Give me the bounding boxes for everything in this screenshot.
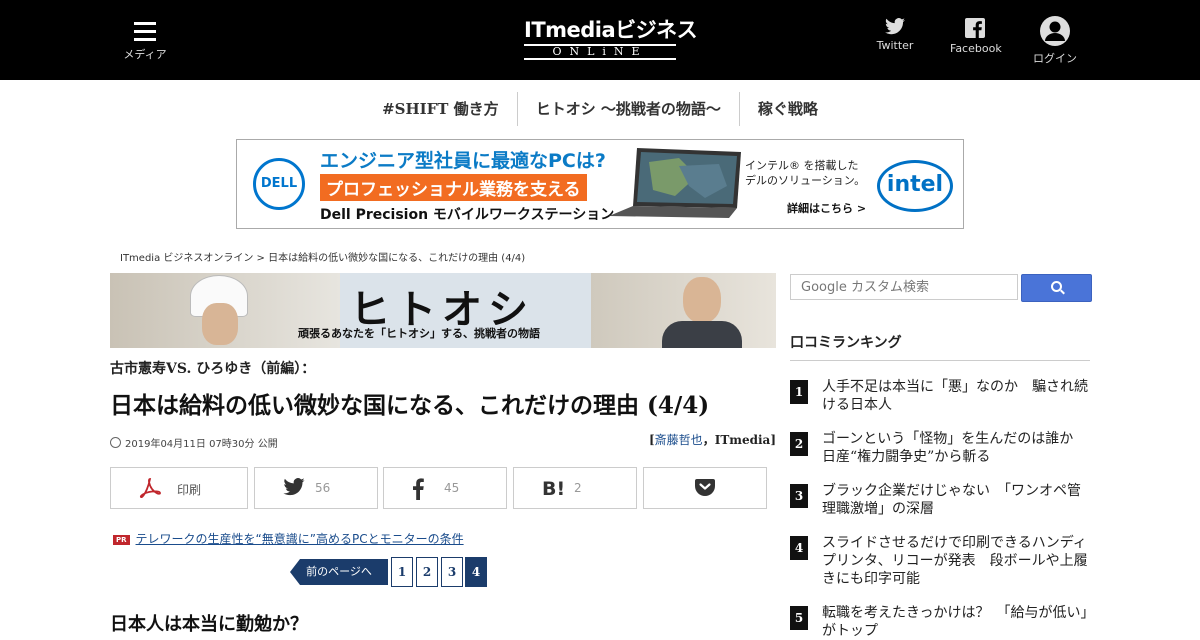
hatena-bookmark-icon: B!	[542, 478, 565, 498]
top-bar: メディア ITmediaビジネス ONLiNE Twitter Facebook…	[0, 0, 1200, 80]
menu-button[interactable]: メディア	[122, 22, 168, 62]
intel-tagline-line2: デルのソリューション。	[745, 174, 866, 187]
breadcrumb[interactable]: ITmedia ビジネスオンライン > 日本は給料の低い微妙な国になる、これだけ…	[120, 249, 525, 264]
ranking-title: 口コミランキング	[790, 332, 1090, 361]
facebook-link[interactable]: Facebook	[950, 18, 1002, 55]
print-button[interactable]: 印刷	[110, 467, 248, 509]
login-link[interactable]: ログイン	[1032, 16, 1078, 66]
login-label: ログイン	[1033, 52, 1077, 65]
intel-tagline: インテル® を搭載した デルのソリューション。	[745, 158, 865, 188]
nav-item-kasegu[interactable]: 稼ぐ戦略	[740, 92, 836, 126]
logo-line2: ONLiNE	[524, 44, 676, 60]
ad-highlight: プロフェッショナル業務を支える	[320, 174, 587, 201]
byline-sep: ，	[702, 433, 715, 447]
logo-line1: ITmediaビジネス	[524, 18, 698, 42]
pocket-button[interactable]	[643, 467, 767, 509]
facebook-label: Facebook	[950, 42, 1002, 55]
nav-item-hitooshi[interactable]: ヒトオシ ～挑戦者の物語～	[518, 92, 740, 126]
page-link-4-current[interactable]: 4	[465, 557, 487, 587]
ranking-number: 2	[790, 432, 808, 456]
ranking-title-link[interactable]: 人手不足は本当に「悪」なのか 騙され続ける日本人	[822, 378, 1090, 414]
user-icon	[1040, 16, 1070, 46]
page-link-3[interactable]: 3	[441, 557, 463, 587]
intel-tagline-line1: インテル® を搭載した	[745, 159, 859, 172]
worker-face	[202, 303, 238, 345]
ranking-number: 3	[790, 484, 808, 508]
banner-subtitle: 頑張るあなたを「ヒトオシ」する、挑戦者の物語	[298, 327, 540, 340]
businessman-suit	[662, 321, 742, 348]
author-byline: [斎藤哲也，ITmedia]	[649, 431, 776, 448]
facebook-f-icon	[413, 478, 424, 500]
pocket-icon	[695, 479, 715, 496]
tweet-count: 56	[315, 481, 331, 495]
menu-label: メディア	[123, 48, 167, 61]
hatena-bookmark-button[interactable]: B! 2	[513, 467, 637, 509]
ranking-title-link[interactable]: ブラック企業だけじゃない 「ワンオペ管理職激増」の深層	[822, 482, 1090, 518]
page-link-1[interactable]: 1	[391, 557, 413, 587]
article-kicker: 古市憲寿VS. ひろゆき（前編）：	[110, 361, 316, 377]
twitter-icon	[283, 478, 305, 496]
clock-icon	[110, 437, 121, 448]
hitooshi-banner[interactable]: ヒトオシ 頑張るあなたを「ヒトオシ」する、挑戦者の物語	[110, 273, 776, 348]
hatena-count: 2	[574, 481, 582, 495]
nav-item-shift[interactable]: #SHIFT 働き方	[364, 92, 518, 126]
twitter-link[interactable]: Twitter	[876, 18, 914, 52]
byline-close: ]	[770, 433, 776, 447]
facebook-share-button[interactable]: 45	[383, 467, 507, 509]
facebook-icon	[965, 18, 985, 38]
article-title: 日本は給料の低い微妙な国になる、これだけの理由 (4/4)	[110, 392, 710, 419]
search-button[interactable]	[1021, 274, 1092, 302]
banner-photo-right	[591, 273, 776, 348]
print-label: 印刷	[177, 483, 202, 497]
pr-link-row: PR テレワークの生産性を“無意識に”高めるPCとモニターの条件	[113, 530, 464, 547]
twitter-label: Twitter	[876, 39, 914, 52]
search-icon	[1051, 281, 1062, 292]
ad-product: Dell Precision モバイルワークステーション	[320, 207, 615, 223]
tweet-button[interactable]: 56	[254, 467, 378, 509]
dell-ad-banner[interactable]: DELL エンジニア型社員に最適なPCは? プロフェッショナル業務を支える De…	[236, 139, 964, 229]
ranking-title-link[interactable]: スライドさせるだけで印刷できるハンディプリンタ、リコーが発表 段ボールや上履きに…	[822, 534, 1090, 588]
site-logo[interactable]: ITmediaビジネス ONLiNE	[524, 18, 698, 62]
prev-page-button[interactable]: 前のページへ	[290, 559, 388, 585]
ranking-title-link[interactable]: ゴーンという「怪物」を生んだのは誰か 日産“権力闘争史”から斬る	[822, 430, 1090, 466]
ranking-number: 1	[790, 380, 808, 404]
dell-logo: DELL	[253, 158, 305, 210]
pdf-icon	[139, 478, 161, 498]
category-nav: #SHIFT 働き方 ヒトオシ ～挑戦者の物語～ 稼ぐ戦略	[0, 92, 1200, 126]
author-org: ITmedia	[714, 433, 771, 447]
ranking-number: 4	[790, 536, 808, 560]
ad-headline: エンジニア型社員に最適なPCは?	[320, 150, 606, 172]
section-heading: 日本人は本当に勤勉か？	[110, 614, 308, 635]
pr-badge: PR	[113, 535, 130, 545]
svg-text:B!: B!	[542, 478, 565, 498]
search-input[interactable]	[790, 274, 1018, 300]
businessman-face	[683, 277, 721, 323]
pr-link[interactable]: テレワークの生産性を“無意識に”高めるPCとモニターの条件	[136, 532, 464, 546]
page-link-2[interactable]: 2	[416, 557, 438, 587]
facebook-share-count: 45	[444, 481, 460, 495]
author-name[interactable]: 斎藤哲也	[655, 433, 703, 447]
ad-detail-link[interactable]: 詳細はこちら >	[787, 200, 866, 216]
publish-date: 2019年04月11日 07時30分 公開	[110, 435, 278, 450]
hamburger-icon	[134, 22, 156, 41]
laptop-image	[609, 148, 741, 218]
ranking-title-link[interactable]: 転職を考えたきっかけは？ 「給与が低い」がトップ	[822, 604, 1090, 640]
publish-date-text: 2019年04月11日 07時30分 公開	[125, 439, 278, 450]
twitter-icon	[885, 18, 905, 35]
ranking-number: 5	[790, 606, 808, 630]
intel-logo: intel	[877, 160, 953, 212]
